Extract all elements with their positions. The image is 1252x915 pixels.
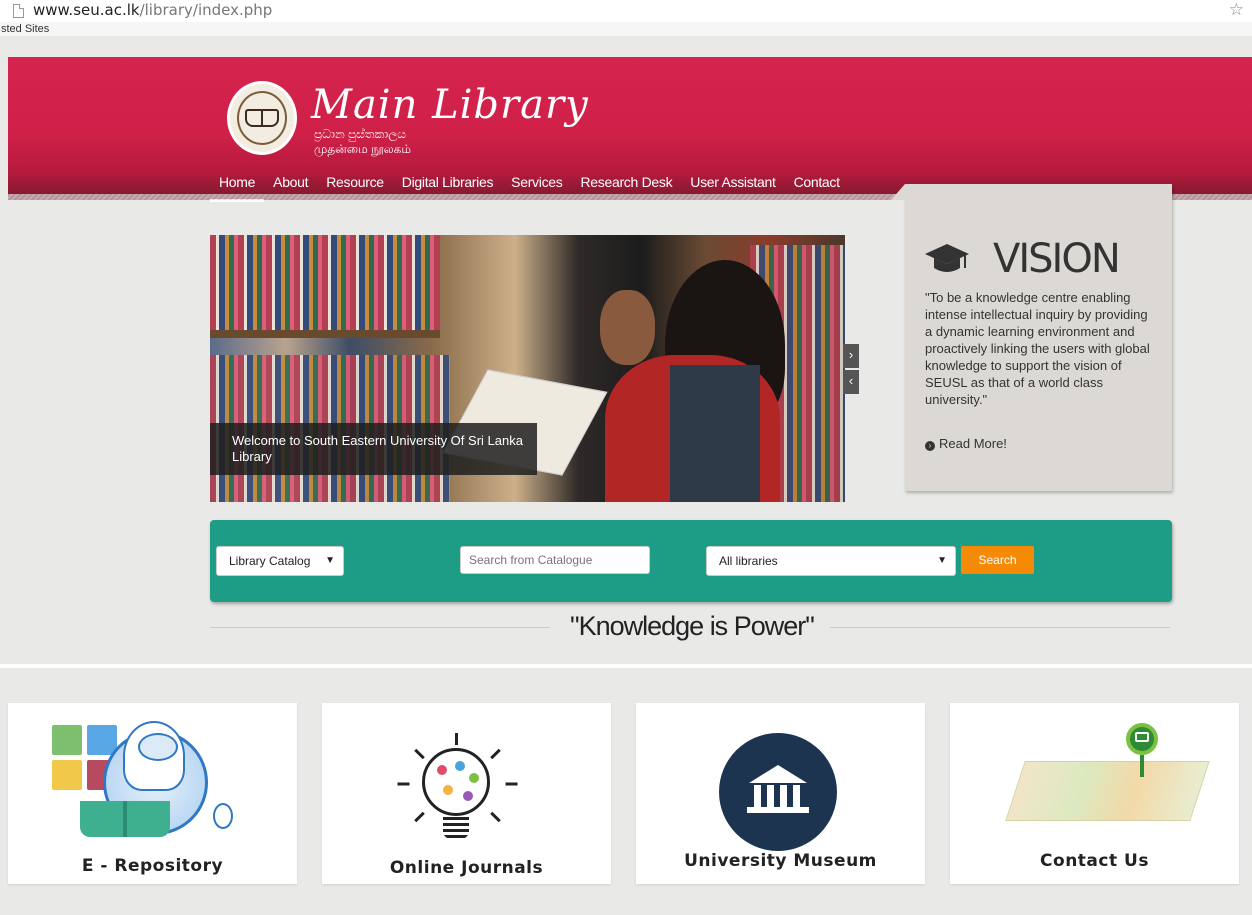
light-ray <box>397 782 410 786</box>
open-book-icon <box>80 801 170 837</box>
nav-resource[interactable]: Resource <box>317 172 393 202</box>
url-path: /library/index.php <box>139 1 273 19</box>
vision-panel: VISION "To be a knowledge centre enablin… <box>891 184 1172 491</box>
card-university-museum[interactable]: University Museum <box>636 703 925 884</box>
libraries-select[interactable]: All libraries ▼ <box>706 546 956 576</box>
map-icon <box>1005 761 1210 821</box>
nav-home[interactable]: Home <box>210 172 265 202</box>
site-subtitle-tamil: முதன்மை நூலகம் <box>314 142 412 156</box>
vision-text: "To be a knowledge centre enabling inten… <box>925 290 1150 407</box>
page-icon <box>13 4 24 18</box>
card-contact-us[interactable]: Contact Us <box>950 703 1239 884</box>
url-host: www.seu.ac.lk <box>33 1 140 19</box>
catalog-search-bar: Library Catalog ▼ All libraries ▼ Search <box>210 520 1172 602</box>
bulb-base-icon <box>443 817 469 839</box>
museum-column <box>793 785 800 807</box>
card-label: E - Repository <box>81 856 224 876</box>
url-text[interactable]: www.seu.ac.lk/library/index.php <box>33 1 272 19</box>
main-nav: Home About Resource Digital Libraries Se… <box>210 172 849 202</box>
museum-roof-icon <box>749 765 807 783</box>
libraries-value: All libraries <box>719 554 778 568</box>
bookmark-star-icon[interactable]: ☆ <box>1229 0 1244 20</box>
search-button[interactable]: Search <box>961 546 1034 574</box>
mouse-icon <box>213 803 233 829</box>
student-photo-face <box>600 290 655 365</box>
image-slider[interactable]: Welcome to South Eastern University Of S… <box>210 235 845 502</box>
nav-user-assistant[interactable]: User Assistant <box>681 172 784 202</box>
light-ray <box>490 811 501 823</box>
light-ray <box>414 748 425 760</box>
chevron-circle-icon: › <box>925 441 935 451</box>
museum-column <box>754 785 761 807</box>
site-header: Main Library ප්‍රධාන පුස්තකාලය முதன்மை ந… <box>8 57 1252 202</box>
browser-address-bar: www.seu.ac.lk/library/index.php ☆ sted S… <box>0 0 1252 36</box>
card-online-journals[interactable]: Online Journals <box>322 703 611 884</box>
slider-next-button[interactable]: › <box>843 344 859 368</box>
catalog-search-input[interactable] <box>460 546 650 574</box>
site-title[interactable]: Main Library <box>311 82 589 128</box>
museum-column <box>780 785 787 807</box>
museum-base <box>747 807 809 813</box>
card-label: Contact Us <box>1040 851 1149 871</box>
monitor-icon <box>1135 732 1149 742</box>
section-divider <box>0 664 1252 668</box>
caret-down-icon: ▼ <box>325 555 335 566</box>
slide-caption: Welcome to South Eastern University Of S… <box>210 423 537 475</box>
read-more-link[interactable]: › Read More! <box>925 436 1007 451</box>
museum-icon <box>719 733 837 851</box>
light-ray <box>414 811 425 823</box>
read-more-label: Read More! <box>939 436 1007 451</box>
vision-title: VISION <box>993 236 1121 282</box>
nav-research-desk[interactable]: Research Desk <box>571 172 681 202</box>
caret-down-icon: ▼ <box>937 555 947 566</box>
nav-contact[interactable]: Contact <box>785 172 849 202</box>
card-label: Online Journals <box>389 858 544 878</box>
map-pin-stem <box>1140 755 1144 777</box>
university-seal-logo[interactable] <box>227 81 297 155</box>
light-ray <box>455 733 458 745</box>
graduation-cap-icon <box>925 244 969 272</box>
quote-divider-right <box>830 627 1170 628</box>
quote-divider-left <box>210 627 550 628</box>
bookmarks-bar[interactable]: sted Sites <box>0 22 1252 36</box>
shelf-image <box>210 330 440 338</box>
site-subtitle-sinhala: ප්‍රධාන පුස්තකාලය <box>314 127 407 141</box>
slider-prev-button[interactable]: ‹ <box>843 370 859 394</box>
catalog-type-select[interactable]: Library Catalog ▼ <box>216 546 344 576</box>
url-row[interactable]: www.seu.ac.lk/library/index.php ☆ <box>0 0 1252 22</box>
museum-column <box>767 785 774 807</box>
nav-about[interactable]: About <box>264 172 317 202</box>
quote-text: "Knowledge is Power" <box>570 611 815 641</box>
seal-book-icon <box>245 109 279 127</box>
student-photo-vest <box>670 365 760 502</box>
light-ray <box>505 782 518 786</box>
card-label: University Museum <box>684 851 877 871</box>
nav-services[interactable]: Services <box>502 172 571 202</box>
brain-icon <box>138 733 178 761</box>
catalog-type-value: Library Catalog <box>229 554 311 568</box>
lightbulb-brain-icon <box>422 748 490 816</box>
light-ray <box>490 748 501 760</box>
bookshelf-image <box>210 235 440 330</box>
card-e-repository[interactable]: E - Repository <box>8 703 297 884</box>
nav-digital-libraries[interactable]: Digital Libraries <box>393 172 502 202</box>
